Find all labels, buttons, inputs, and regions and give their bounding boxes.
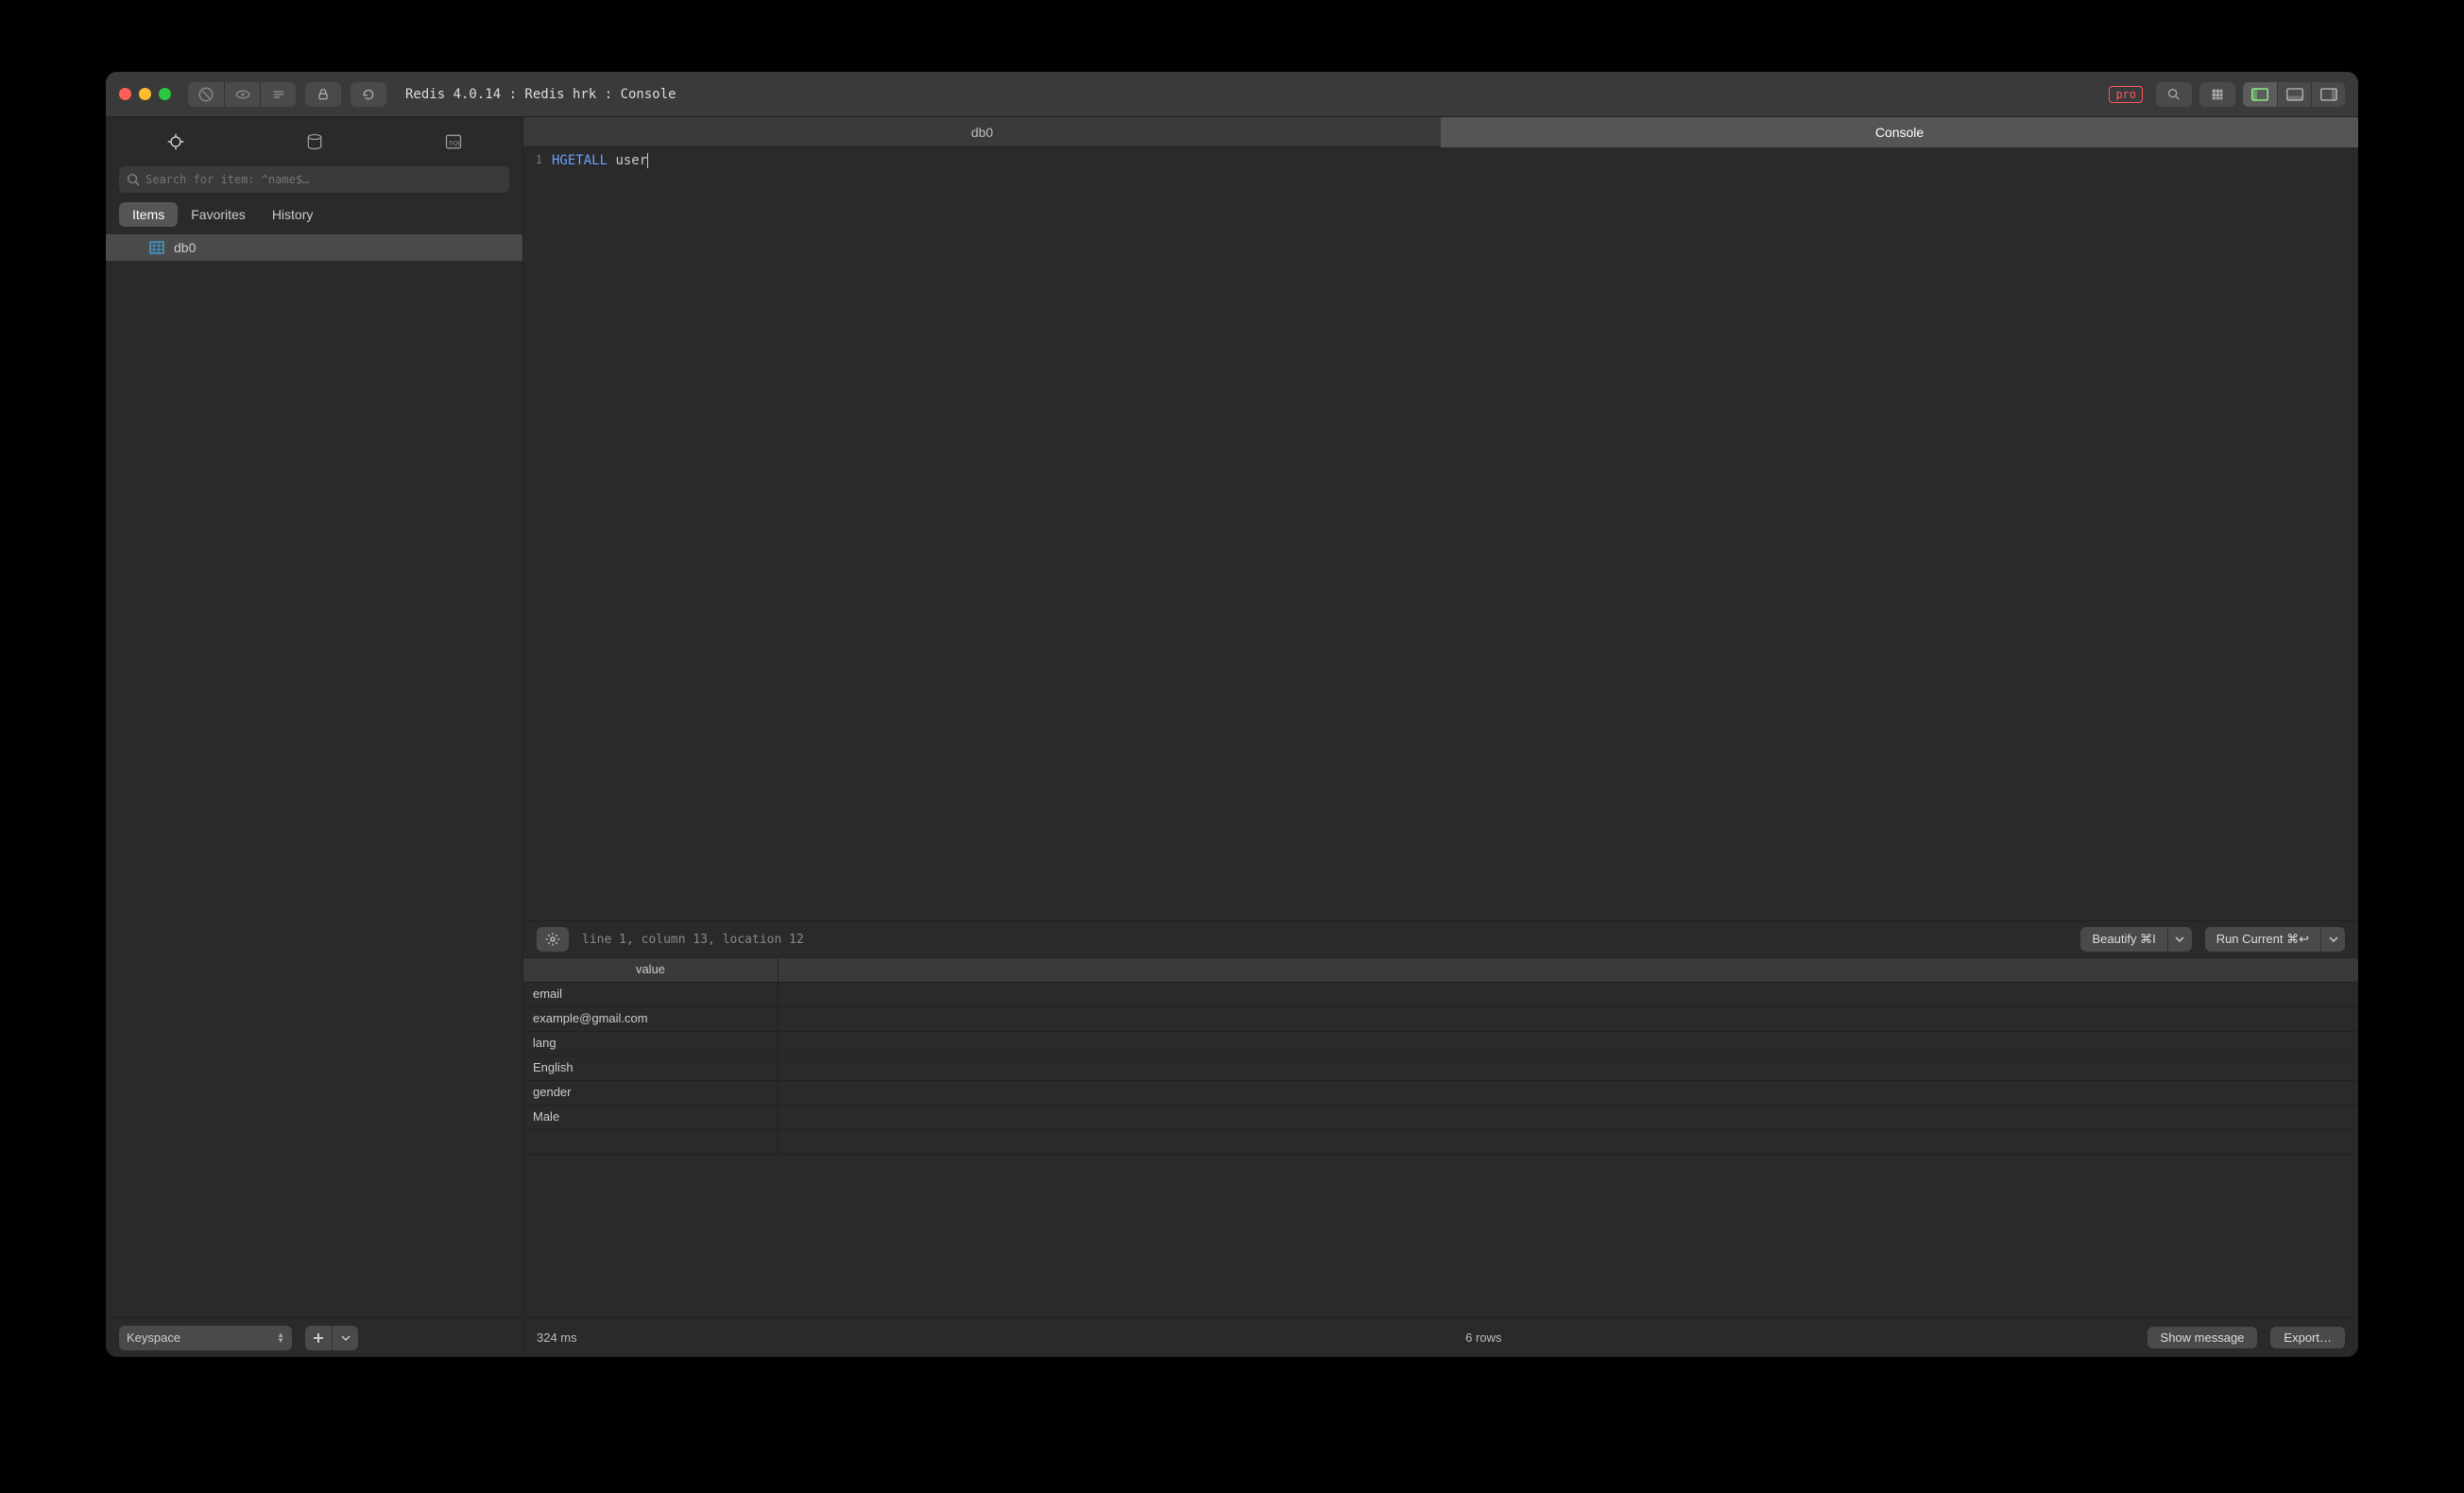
sidebar: SQL Items Favorites History db0 — [106, 117, 523, 1357]
table-row[interactable]: English — [523, 1056, 2358, 1081]
export-button[interactable]: Export… — [2270, 1327, 2345, 1348]
layout-sidebar-left[interactable] — [2243, 82, 2277, 107]
refresh-button[interactable] — [351, 82, 386, 107]
main-tabs: db0 Console — [523, 117, 2358, 147]
code-editor[interactable]: 1 HGETALL user — [523, 147, 2358, 920]
lines-toggle-button[interactable] — [260, 82, 296, 107]
result-cell: email — [523, 983, 779, 1006]
table-row[interactable]: example@gmail.com — [523, 1007, 2358, 1032]
beautify-button[interactable]: Beautify ⌘I — [2080, 927, 2166, 952]
result-cell-blank — [779, 1032, 2358, 1055]
grid-button[interactable] — [2199, 82, 2235, 107]
code-arg: user — [615, 153, 647, 168]
keyspace-dropdown[interactable]: Keyspace ▲▼ — [119, 1326, 292, 1350]
minimize-window-button[interactable] — [139, 88, 151, 100]
traffic-lights — [119, 88, 171, 100]
column-header-value[interactable]: value — [523, 958, 779, 982]
svg-text:SQL: SQL — [449, 140, 462, 146]
add-button[interactable] — [305, 1326, 332, 1350]
add-menu-button[interactable] — [332, 1326, 358, 1350]
line-number: 1 — [536, 153, 542, 166]
titlebar: Redis 4.0.14 : Redis hrk : Console pro — [106, 72, 2358, 117]
query-time: 324 ms — [537, 1330, 820, 1345]
row-count: 6 rows — [833, 1330, 2134, 1345]
close-window-button[interactable] — [119, 88, 131, 100]
editor-settings-button[interactable] — [537, 927, 569, 952]
updown-icon: ▲▼ — [277, 1332, 284, 1344]
result-cell: English — [523, 1056, 779, 1080]
column-header-blank — [779, 958, 2358, 982]
cursor-location: line 1, column 13, location 12 — [582, 933, 2067, 947]
sidebar-mode-connections[interactable] — [106, 117, 245, 166]
main-panel: db0 Console 1 HGETALL user line 1, colum… — [523, 117, 2358, 1357]
editor-content[interactable]: HGETALL user — [548, 147, 648, 920]
zoom-window-button[interactable] — [159, 88, 171, 100]
text-cursor — [647, 153, 648, 168]
code-keyword: HGETALL — [552, 153, 607, 168]
result-cell: gender — [523, 1081, 779, 1105]
result-cell-blank — [779, 983, 2358, 1006]
result-cell-blank — [779, 1081, 2358, 1105]
app-window: Redis 4.0.14 : Redis hrk : Console pro S… — [106, 72, 2358, 1357]
tab-console[interactable]: Console — [1441, 117, 2358, 147]
result-cell: Male — [523, 1106, 779, 1129]
table-row-empty — [523, 1130, 2358, 1155]
tab-items[interactable]: Items — [119, 202, 178, 227]
layout-sidebar-right[interactable] — [2311, 82, 2345, 107]
tab-favorites[interactable]: Favorites — [178, 202, 259, 227]
sidebar-list: db0 — [106, 234, 522, 1317]
result-cell-blank — [779, 1056, 2358, 1080]
result-cell: example@gmail.com — [523, 1007, 779, 1031]
sidebar-bottom: Keyspace ▲▼ — [106, 1317, 522, 1357]
beautify-button-group: Beautify ⌘I — [2080, 927, 2191, 952]
sidebar-mode-sql[interactable]: SQL — [384, 117, 522, 166]
toolbar-seg-1 — [188, 82, 296, 107]
search-icon — [127, 173, 140, 186]
result-cell: lang — [523, 1032, 779, 1055]
sidebar-tabs: Items Favorites History — [106, 193, 522, 234]
results-panel: value email example@gmail.com lang Engli… — [523, 958, 2358, 1317]
run-button[interactable]: Run Current ⌘↩ — [2205, 927, 2320, 952]
layout-bottom[interactable] — [2277, 82, 2311, 107]
table-row[interactable]: gender — [523, 1081, 2358, 1106]
search-button[interactable] — [2156, 82, 2192, 107]
keyspace-label: Keyspace — [127, 1330, 180, 1345]
editor-statusbar: line 1, column 13, location 12 Beautify … — [523, 920, 2358, 958]
run-button-group: Run Current ⌘↩ — [2205, 927, 2345, 952]
table-row[interactable]: lang — [523, 1032, 2358, 1056]
run-menu[interactable] — [2320, 927, 2345, 952]
sidebar-item-label: db0 — [174, 240, 196, 255]
lock-button[interactable] — [305, 82, 341, 107]
beautify-menu[interactable] — [2167, 927, 2192, 952]
bottom-bar: 324 ms 6 rows Show message Export… — [523, 1317, 2358, 1357]
table-row[interactable]: email — [523, 983, 2358, 1007]
stop-button[interactable] — [188, 82, 224, 107]
search-input[interactable] — [145, 173, 502, 186]
view-toggle-button[interactable] — [224, 82, 260, 107]
table-row[interactable]: Male — [523, 1106, 2358, 1130]
result-cell-blank — [779, 1007, 2358, 1031]
results-header: value — [523, 958, 2358, 983]
sidebar-mode-database[interactable] — [245, 117, 384, 166]
show-message-button[interactable]: Show message — [2147, 1327, 2258, 1348]
sidebar-search[interactable] — [119, 166, 509, 193]
pro-badge: pro — [2109, 86, 2143, 103]
editor-gutter: 1 — [523, 147, 548, 920]
add-item-group — [305, 1326, 358, 1350]
sidebar-item-db0[interactable]: db0 — [106, 234, 522, 261]
layout-segmented — [2243, 82, 2345, 107]
tab-history[interactable]: History — [259, 202, 327, 227]
result-cell-blank — [779, 1106, 2358, 1129]
table-icon — [149, 240, 164, 255]
tab-db0[interactable]: db0 — [523, 117, 1441, 147]
sidebar-mode-icons: SQL — [106, 117, 522, 166]
window-title: Redis 4.0.14 : Redis hrk : Console — [405, 87, 2099, 102]
results-body[interactable]: email example@gmail.com lang English gen… — [523, 983, 2358, 1317]
